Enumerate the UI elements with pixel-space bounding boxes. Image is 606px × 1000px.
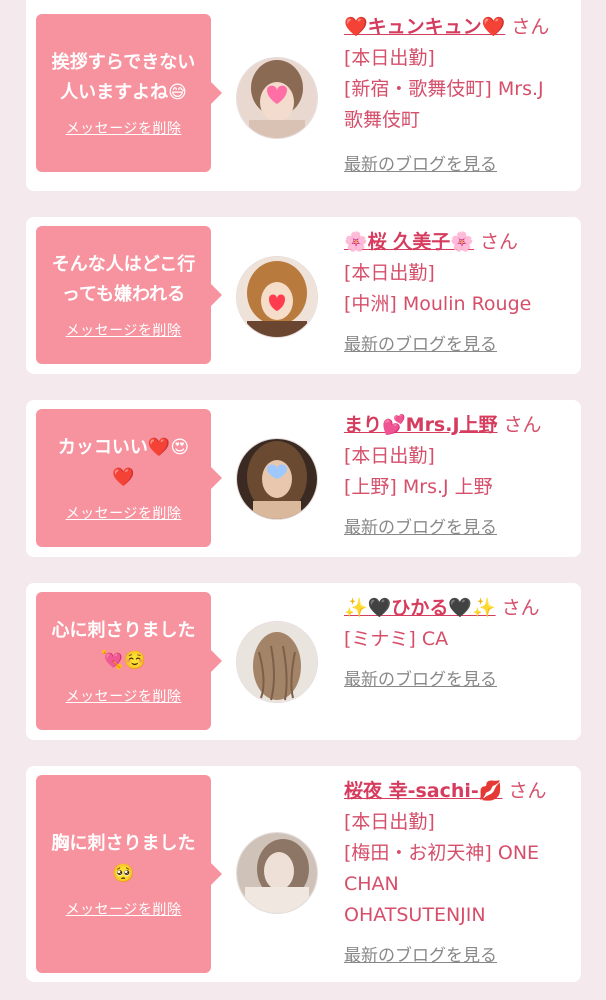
avatar-photo-icon	[237, 439, 317, 519]
cast-name-link[interactable]: まり💕Mrs.J上野	[344, 414, 498, 436]
cast-name-link[interactable]: 🌸桜 久美子🌸	[344, 231, 474, 253]
shop-name: [上野] Mrs.J 上野	[344, 476, 493, 498]
shop-name: [梅田・お初天神] ONE CHAN OHATSUTENJIN	[344, 842, 540, 926]
cast-avatar[interactable]	[236, 621, 318, 703]
cast-info: 桜夜 幸-sachi-💋 さん [本日出勤] [梅田・お初天神] ONE CHAN…	[344, 776, 574, 966]
cast-avatar[interactable]	[236, 256, 318, 338]
attendance-status: [本日出勤]	[344, 445, 435, 467]
delete-message-link[interactable]: メッセージを削除	[66, 118, 182, 138]
message-bubble: そんな人はどこ行 っても嫌われる メッセージを削除	[36, 226, 222, 364]
latest-blog-link[interactable]: 最新のブログを見る	[344, 150, 497, 175]
avatar-photo-icon	[237, 622, 317, 702]
honorific: さん	[503, 414, 542, 436]
delete-message-link[interactable]: メッセージを削除	[66, 503, 182, 523]
latest-blog-link[interactable]: 最新のブログを見る	[344, 941, 497, 966]
delete-message-link[interactable]: メッセージを削除	[66, 320, 182, 340]
avatar-photo-icon	[237, 58, 317, 138]
latest-blog-link[interactable]: 最新のブログを見る	[344, 665, 497, 690]
cast-avatar[interactable]	[236, 438, 318, 520]
attendance-status: [本日出勤]	[344, 262, 435, 284]
honorific: さん	[479, 231, 518, 253]
message-text: 胸に刺さりました 🥺	[51, 833, 196, 884]
message-bubble: 胸に刺さりました 🥺 メッセージを削除	[36, 775, 222, 973]
message-text: 心に刺さりました 💘☺️	[51, 620, 196, 671]
cast-info: まり💕Mrs.J上野 さん [本日出勤] [上野] Mrs.J 上野 最新のブログ…	[344, 410, 574, 538]
delete-message-link[interactable]: メッセージを削除	[66, 899, 182, 919]
message-text: そんな人はどこ行 っても嫌われる	[51, 254, 196, 305]
latest-blog-link[interactable]: 最新のブログを見る	[344, 513, 497, 538]
message-bubble: カッコいい❤️😍 ❤️ メッセージを削除	[36, 409, 222, 547]
attendance-status: [本日出勤]	[344, 811, 435, 833]
attendance-status: [本日出勤]	[344, 47, 435, 69]
cast-avatar[interactable]	[236, 832, 318, 914]
cast-name-link[interactable]: 桜夜 幸-sachi-💋	[344, 780, 502, 802]
shop-name: [中洲] Moulin Rouge	[344, 293, 532, 315]
honorific: さん	[511, 16, 550, 38]
honorific: さん	[501, 597, 540, 619]
message-bubble: 心に刺さりました 💘☺️ メッセージを削除	[36, 592, 222, 730]
cast-name-link[interactable]: ✨🖤ひかる🖤✨	[344, 597, 496, 619]
message-card: そんな人はどこ行 っても嫌われる メッセージを削除 🌸桜 久美子🌸 さん [本日出…	[26, 217, 581, 374]
cast-name-link[interactable]: ❤️キュンキュン❤️	[344, 16, 505, 38]
message-card: 胸に刺さりました 🥺 メッセージを削除 桜夜 幸-sachi-💋 さん [本日出勤…	[26, 766, 581, 982]
message-bubble: 挨拶すらできない 人いますよね😅 メッセージを削除	[36, 14, 222, 172]
shop-name: [ミナミ] CA	[344, 628, 449, 650]
cast-info: ✨🖤ひかる🖤✨ さん [ミナミ] CA 最新のブログを見る	[344, 593, 574, 690]
latest-blog-link[interactable]: 最新のブログを見る	[344, 330, 497, 355]
cast-avatar[interactable]	[236, 57, 318, 139]
message-card: 心に刺さりました 💘☺️ メッセージを削除 ✨🖤ひかる🖤✨ さん [ミナミ] CA…	[26, 583, 581, 740]
avatar-photo-icon	[237, 257, 317, 337]
message-card: カッコいい❤️😍 ❤️ メッセージを削除 まり💕Mrs.J上野 さん [本日出勤]…	[26, 400, 581, 557]
honorific: さん	[508, 780, 547, 802]
cast-info: 🌸桜 久美子🌸 さん [本日出勤] [中洲] Moulin Rouge 最新のブロ…	[344, 227, 574, 355]
delete-message-link[interactable]: メッセージを削除	[66, 686, 182, 706]
shop-name: [新宿・歌舞伎町] Mrs.J 歌舞伎町	[344, 78, 544, 131]
message-text: カッコいい❤️😍 ❤️	[57, 437, 190, 488]
message-card: 挨拶すらできない 人いますよね😅 メッセージを削除 ❤️キュンキュン❤️ さん […	[26, 0, 581, 191]
message-text: 挨拶すらできない 人いますよね😅	[51, 52, 196, 103]
avatar-photo-icon	[237, 833, 317, 913]
cast-info: ❤️キュンキュン❤️ さん [本日出勤] [新宿・歌舞伎町] Mrs.J 歌舞伎町…	[344, 12, 574, 175]
